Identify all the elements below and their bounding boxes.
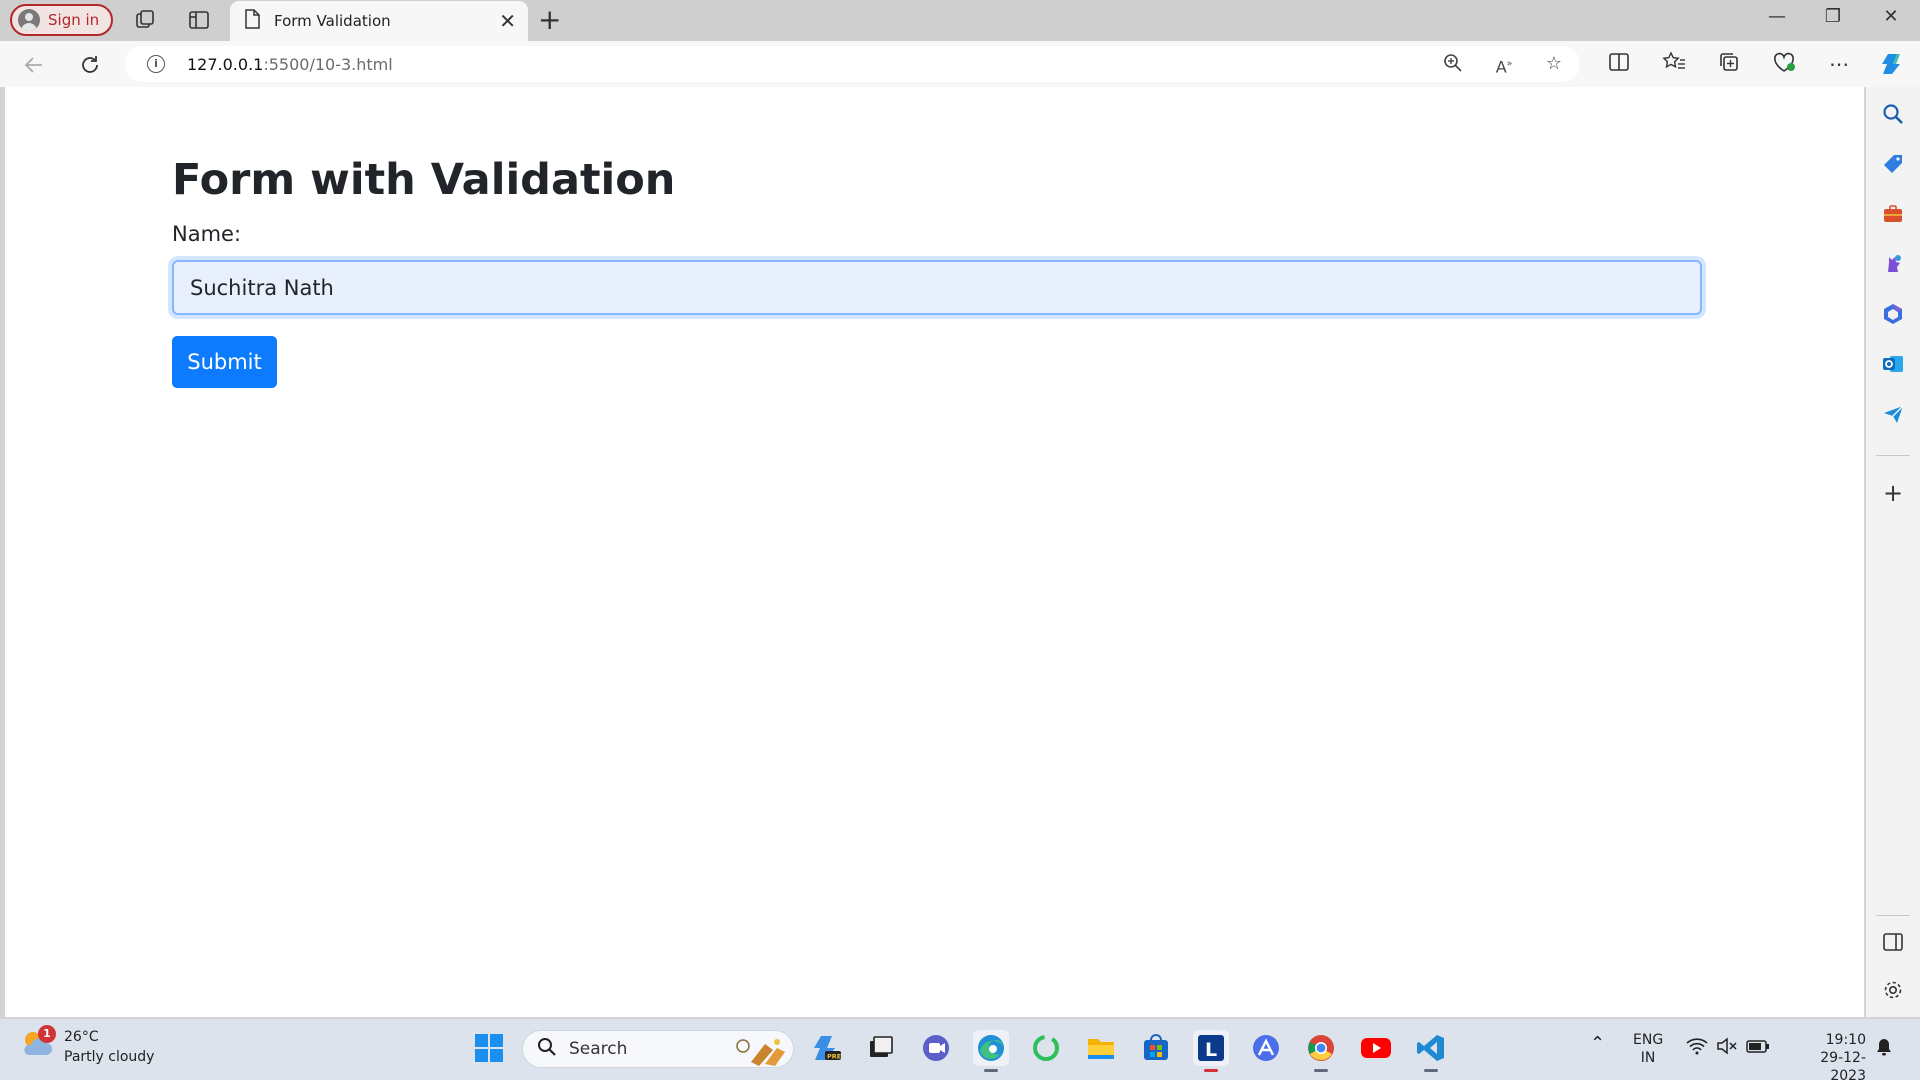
- wifi-icon[interactable]: [1686, 1037, 1708, 1060]
- edge-browser-icon[interactable]: [973, 1030, 1009, 1072]
- name-label: Name:: [172, 222, 242, 246]
- close-tab-icon[interactable]: ✕: [499, 11, 516, 31]
- vscode-icon[interactable]: [1413, 1030, 1449, 1072]
- site-info-icon[interactable]: i: [147, 55, 165, 73]
- tab-form-validation[interactable]: Form Validation ✕: [230, 1, 528, 41]
- m365-icon[interactable]: [1880, 301, 1906, 327]
- search-icon: [537, 1037, 557, 1061]
- url-text[interactable]: 127.0.0.1:5500/10-3.html: [187, 55, 393, 74]
- hide-sidebar-icon[interactable]: [1880, 929, 1906, 955]
- split-screen-icon[interactable]: [1606, 51, 1632, 77]
- browser-toolbar: i 127.0.0.1:5500/10-3.html A» ☆ ⋯: [0, 41, 1920, 87]
- favorite-star-icon[interactable]: ☆: [1543, 53, 1565, 75]
- notification-bell-icon[interactable]: [1874, 1037, 1894, 1062]
- zoom-icon[interactable]: [1442, 53, 1464, 75]
- shopping-tag-icon[interactable]: [1880, 151, 1906, 177]
- weather-widget[interactable]: 1 26°C Partly cloudy: [20, 1025, 155, 1067]
- tab-title: Form Validation: [274, 12, 391, 30]
- sidebar-divider: [1876, 455, 1910, 456]
- clock-time: 19:10: [1825, 1032, 1866, 1048]
- submit-button[interactable]: Submit: [172, 336, 277, 388]
- file-explorer-icon[interactable]: [1083, 1030, 1119, 1066]
- partly-cloudy-icon: 1: [20, 1025, 56, 1059]
- back-icon[interactable]: [21, 52, 47, 78]
- vertical-tabs-icon[interactable]: [187, 8, 211, 32]
- new-tab-icon[interactable]: +: [538, 4, 561, 36]
- arc-app-icon[interactable]: [1248, 1030, 1284, 1066]
- battery-icon[interactable]: [1746, 1037, 1770, 1060]
- running-indicator: [1314, 1069, 1328, 1072]
- restore-icon[interactable]: ❐: [1818, 6, 1848, 27]
- read-aloud-icon[interactable]: A»: [1493, 53, 1515, 76]
- taskbar-search[interactable]: Search: [522, 1030, 794, 1068]
- language-code: ENG: [1633, 1032, 1664, 1048]
- l-app-icon[interactable]: L: [1193, 1030, 1229, 1072]
- games-icon[interactable]: [1880, 251, 1906, 277]
- volume-muted-icon[interactable]: [1716, 1037, 1738, 1060]
- name-input[interactable]: [172, 260, 1702, 315]
- copilot-icon[interactable]: [1880, 51, 1906, 77]
- running-indicator: [1424, 1069, 1438, 1072]
- sign-in-label: Sign in: [48, 11, 100, 29]
- page-icon: [244, 9, 260, 33]
- sidebar-divider: [1876, 915, 1910, 916]
- weather-alert-badge: 1: [38, 1025, 56, 1043]
- add-icon[interactable]: +: [1880, 479, 1906, 507]
- weather-temperature: 26°C: [64, 1029, 99, 1045]
- svg-text:PRE: PRE: [827, 1053, 841, 1061]
- more-menu-icon[interactable]: ⋯: [1826, 51, 1852, 77]
- tools-briefcase-icon[interactable]: [1880, 201, 1906, 227]
- page-viewport: Form with Validation Name: Submit: [5, 87, 1865, 1017]
- weather-description: Partly cloudy: [64, 1049, 155, 1065]
- region-code: IN: [1640, 1050, 1656, 1066]
- chrome-icon[interactable]: [1303, 1030, 1339, 1072]
- url-host: 127.0.0.1: [187, 55, 264, 74]
- sign-in-button[interactable]: Sign in: [10, 4, 113, 36]
- teams-chat-icon[interactable]: [918, 1030, 954, 1066]
- browser-essentials-icon[interactable]: [1771, 51, 1797, 77]
- copilot-preview-icon[interactable]: PRE: [808, 1030, 844, 1066]
- search-icon[interactable]: [1880, 101, 1906, 127]
- close-window-icon[interactable]: ✕: [1876, 6, 1906, 27]
- workspaces-icon[interactable]: [133, 8, 157, 32]
- minimize-icon[interactable]: —: [1762, 6, 1792, 27]
- search-highlight-icon: [721, 1034, 787, 1070]
- browser-tab-bar: Sign in Form Validation ✕ + — ❐ ✕: [0, 0, 1920, 41]
- collections-icon[interactable]: [1716, 51, 1742, 77]
- running-indicator: [1204, 1069, 1218, 1072]
- youtube-icon[interactable]: [1358, 1030, 1394, 1066]
- profile-avatar-icon: [18, 9, 40, 31]
- send-icon[interactable]: [1880, 401, 1906, 427]
- address-bar[interactable]: i 127.0.0.1:5500/10-3.html A» ☆: [125, 46, 1580, 82]
- outlook-icon[interactable]: [1880, 351, 1906, 377]
- svg-text:L: L: [1205, 1039, 1217, 1061]
- clock[interactable]: 19:10 29-12-2023: [1786, 1031, 1866, 1080]
- search-label: Search: [569, 1039, 628, 1059]
- sync-app-icon[interactable]: [1028, 1030, 1064, 1066]
- language-indicator[interactable]: ENG IN: [1633, 1031, 1663, 1067]
- clock-date: 29-12-2023: [1820, 1050, 1866, 1080]
- url-path: :5500/10-3.html: [263, 55, 393, 74]
- edge-sidebar: +: [1866, 87, 1920, 1017]
- refresh-icon[interactable]: [77, 52, 103, 78]
- favorites-icon[interactable]: [1661, 51, 1687, 77]
- page-title: Form with Validation: [172, 155, 676, 205]
- running-indicator: [984, 1069, 998, 1072]
- start-button[interactable]: [471, 1030, 507, 1066]
- windows-taskbar: 1 26°C Partly cloudy Search PRE L ⌃ ENG …: [0, 1019, 1920, 1080]
- task-view-icon[interactable]: [863, 1030, 899, 1066]
- show-hidden-icons-chevron-icon[interactable]: ⌃: [1590, 1035, 1605, 1053]
- settings-gear-icon[interactable]: [1880, 977, 1906, 1003]
- microsoft-store-icon[interactable]: [1138, 1030, 1174, 1066]
